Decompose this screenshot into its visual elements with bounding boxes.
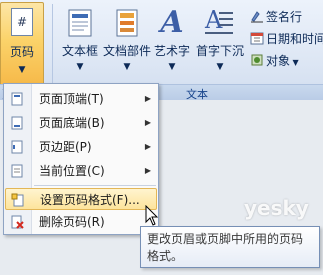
current-position-icon	[11, 164, 23, 178]
menu-item-remove-page-numbers[interactable]: 删除页码(R)	[5, 211, 157, 233]
menu-item-label: 页面顶端(T)	[39, 92, 104, 106]
drop-cap-icon: A	[205, 8, 235, 38]
remove-page-number-icon	[11, 215, 24, 229]
tooltip-text: 更改页眉或页脚中所用的页码格式。	[147, 232, 304, 263]
wordart-icon: A	[160, 5, 184, 40]
submenu-arrow-icon: ▶	[144, 166, 151, 175]
quick-parts-button[interactable]: 文档部件 ▼	[103, 2, 151, 82]
submenu-arrow-icon: ▶	[144, 94, 151, 103]
page-number-icon: #	[11, 8, 33, 36]
textbox-icon	[68, 9, 92, 37]
menu-item-page-bottom[interactable]: 页面底端(B) ▶	[5, 112, 157, 134]
date-time-label: 日期和时间	[266, 32, 323, 46]
menu-item-label: 页边距(P)	[39, 140, 92, 154]
calendar-icon	[250, 32, 264, 45]
object-button[interactable]: 对象 ▼	[250, 52, 299, 70]
menu-item-label: 页面底端(B)	[39, 116, 105, 130]
mouse-cursor-icon	[145, 205, 159, 226]
page-top-icon	[11, 92, 23, 106]
menu-separator	[34, 185, 156, 186]
textbox-label: 文本框	[61, 44, 98, 58]
chevron-down-icon: ▼	[18, 65, 26, 75]
page-margin-icon	[11, 140, 23, 154]
menu-item-label: 删除页码(R)	[39, 215, 105, 229]
object-label: 对象	[266, 54, 291, 68]
quick-parts-icon	[116, 9, 138, 37]
chevron-down-icon: ▼	[216, 62, 224, 72]
menu-item-label: 设置页码格式(F)...	[40, 193, 140, 207]
wordart-button[interactable]: A 艺术字 ▼	[152, 2, 192, 82]
menu-item-current-position[interactable]: 当前位置(C) ▶	[5, 160, 157, 182]
watermark: yesky	[244, 196, 309, 220]
signature-icon	[251, 11, 263, 23]
drop-cap-button[interactable]: A 首字下沉 ▼	[195, 2, 245, 82]
chevron-down-icon: ▼	[168, 62, 176, 72]
menu-item-page-top[interactable]: 页面顶端(T) ▶	[5, 88, 157, 110]
chevron-down-icon: ▼	[290, 58, 299, 67]
quick-parts-label: 文档部件	[102, 44, 151, 58]
page-number-label: 页码	[9, 45, 34, 59]
submenu-arrow-icon: ▶	[144, 118, 151, 127]
signature-line-label: 签名行	[266, 10, 303, 24]
page-number-button[interactable]: # 页码 ▼	[0, 2, 44, 86]
menu-item-format-page-numbers[interactable]: 设置页码格式(F)...	[5, 188, 157, 210]
chevron-down-icon: ▼	[76, 62, 84, 72]
tooltip: 更改页眉或页脚中所用的页码格式。	[140, 226, 320, 268]
menu-item-label: 当前位置(C)	[39, 164, 105, 178]
menu-item-page-margin[interactable]: 页边距(P) ▶	[5, 136, 157, 158]
page-number-hash: #	[16, 15, 28, 29]
textbox-button[interactable]: 文本框 ▼	[57, 2, 103, 82]
signature-line-button[interactable]: 签名行	[250, 8, 302, 26]
submenu-arrow-icon: ▶	[144, 142, 151, 151]
format-page-number-icon	[11, 193, 24, 207]
date-time-button[interactable]: 日期和时间	[250, 30, 323, 48]
page-number-menu: 页面顶端(T) ▶ 页面底端(B) ▶ 页边距(P) ▶ 当前位置(C) ▶ 设…	[3, 83, 159, 235]
drop-cap-label: 首字下沉	[195, 44, 244, 58]
wordart-label: 艺术字	[153, 44, 190, 58]
chevron-down-icon: ▼	[123, 62, 131, 72]
object-icon	[251, 54, 263, 66]
page-bottom-icon	[11, 116, 23, 130]
